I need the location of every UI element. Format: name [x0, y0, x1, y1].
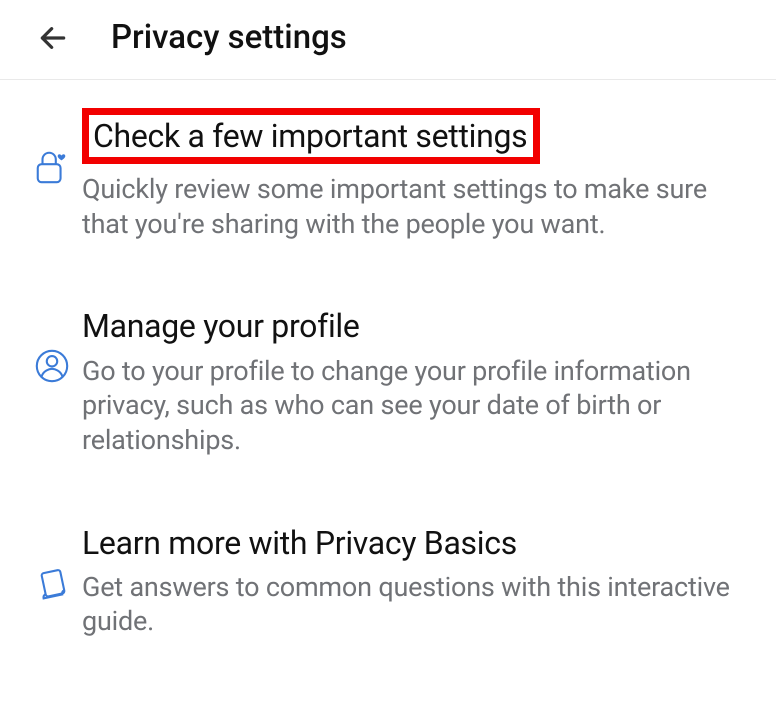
- item-desc: Go to your profile to change your profil…: [82, 354, 744, 458]
- item-title: Learn more with Privacy Basics: [82, 524, 517, 562]
- item-desc: Quickly review some important settings t…: [82, 172, 744, 241]
- item-title: Check a few important settings: [82, 108, 540, 164]
- item-manage-profile[interactable]: Manage your profile Go to your profile t…: [22, 307, 754, 457]
- back-button[interactable]: [35, 20, 71, 56]
- item-desc: Get answers to common questions with thi…: [82, 570, 744, 639]
- settings-list: Check a few important settings Quickly r…: [0, 80, 776, 639]
- header: Privacy settings: [0, 0, 776, 80]
- person-circle-icon: [22, 307, 82, 385]
- page-title: Privacy settings: [111, 18, 347, 57]
- item-title: Manage your profile: [82, 307, 360, 345]
- lock-heart-icon: [22, 108, 82, 186]
- item-check-settings[interactable]: Check a few important settings Quickly r…: [22, 108, 754, 241]
- arrow-left-icon: [37, 22, 69, 54]
- item-text: Learn more with Privacy Basics Get answe…: [82, 524, 754, 639]
- book-icon: [22, 524, 82, 602]
- item-text: Manage your profile Go to your profile t…: [82, 307, 754, 457]
- item-privacy-basics[interactable]: Learn more with Privacy Basics Get answe…: [22, 524, 754, 639]
- item-text: Check a few important settings Quickly r…: [82, 108, 754, 241]
